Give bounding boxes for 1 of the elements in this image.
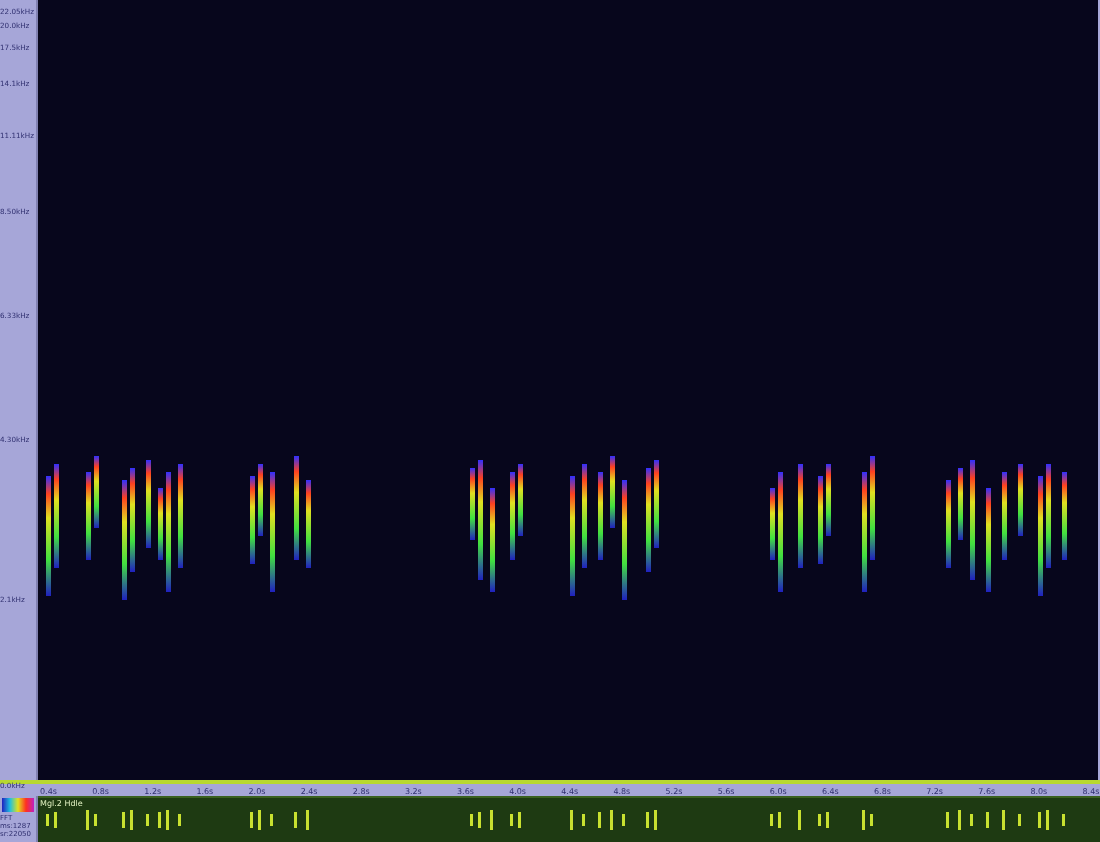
color-scale-icon (2, 798, 34, 812)
